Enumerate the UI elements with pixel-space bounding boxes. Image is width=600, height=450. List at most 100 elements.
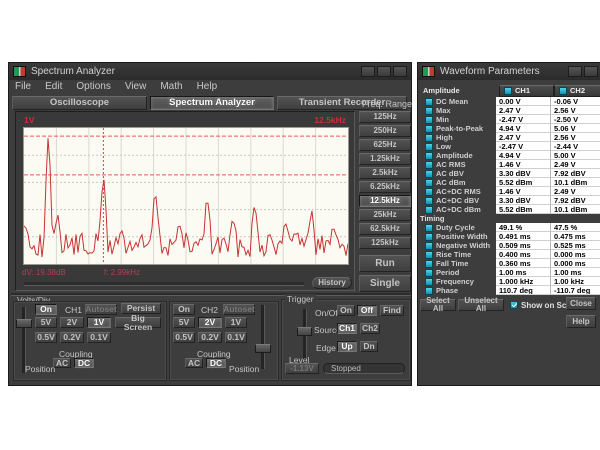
- trigger-off-button[interactable]: Off: [357, 305, 377, 316]
- trigger-on-button[interactable]: On: [337, 305, 355, 316]
- freq-button-1.25khz[interactable]: 1.25kHz: [359, 153, 411, 165]
- param-cell: 0.475 ms: [551, 232, 600, 241]
- trigger-edge-up-button[interactable]: Up: [337, 341, 357, 352]
- param-row-max[interactable]: Max2.47 V2.56 V: [420, 106, 600, 115]
- trigger-level-slider-handle[interactable]: [297, 327, 312, 336]
- ch2-2v-button[interactable]: 2V: [198, 317, 222, 328]
- param-row-period[interactable]: Period1.00 ms1.00 ms: [420, 268, 600, 277]
- param-cell: AC+DC dBV: [420, 196, 496, 205]
- param-row-ac-dc-dbm[interactable]: AC+DC dBm5.52 dBm10.1 dBm: [420, 205, 600, 214]
- ch1-on-button[interactable]: On: [35, 304, 57, 315]
- waveform-icon: [425, 188, 433, 196]
- freq-button-6.25khz[interactable]: 6.25kHz: [359, 181, 411, 193]
- chart-scrollbar[interactable]: [24, 282, 304, 286]
- param-row-high[interactable]: High2.47 V2.56 V: [420, 133, 600, 142]
- ch2-ac-button[interactable]: AC: [185, 358, 203, 368]
- col-header-ch2[interactable]: CH2: [554, 85, 600, 97]
- ch2-position-slider-track[interactable]: [261, 305, 265, 369]
- ch1-1v-button[interactable]: 1V: [87, 317, 111, 328]
- show-on-screen-checkbox[interactable]: [510, 301, 518, 309]
- select-all-button[interactable]: Select All: [420, 299, 456, 311]
- params-help-icon[interactable]: [568, 66, 582, 77]
- param-row-low[interactable]: Low-2.47 V-2.44 V: [420, 142, 600, 151]
- history-button[interactable]: History: [312, 277, 352, 289]
- big-screen-button[interactable]: Big Screen: [115, 317, 161, 328]
- tab-spectrum-analyzer[interactable]: Spectrum Analyzer: [150, 96, 274, 110]
- params-close-button[interactable]: Close: [566, 297, 596, 310]
- ch1-01v-button[interactable]: 0.1V: [87, 332, 111, 343]
- freq-button-12.5khz[interactable]: 12.5kHz: [359, 195, 411, 207]
- freq-button-625hz[interactable]: 625Hz: [359, 139, 411, 151]
- tab-oscilloscope[interactable]: Oscilloscope: [12, 96, 147, 110]
- freq-button-125hz[interactable]: 125Hz: [359, 111, 411, 123]
- ch1-dc-button[interactable]: DC: [74, 358, 94, 368]
- single-button[interactable]: Single: [359, 275, 411, 292]
- ch1-05v-button[interactable]: 0.5V: [35, 332, 57, 343]
- param-row-negative-width[interactable]: Negative Width0.509 ms0.525 ms: [420, 241, 600, 250]
- param-row-amplitude[interactable]: Amplitude4.94 V5.00 V: [420, 151, 600, 160]
- menu-item-math[interactable]: Math: [160, 81, 182, 92]
- ch1-position-slider-handle[interactable]: [16, 319, 32, 328]
- run-button[interactable]: Run: [359, 255, 411, 272]
- menu-item-help[interactable]: Help: [197, 81, 218, 92]
- ch1-autoset-button[interactable]: Autoset: [85, 304, 117, 315]
- menu-item-options[interactable]: Options: [76, 81, 110, 92]
- ch1-ac-button[interactable]: AC: [53, 358, 71, 368]
- freq-button-25khz[interactable]: 25kHz: [359, 209, 411, 221]
- param-row-dc-mean[interactable]: DC Mean0.00 V-0.06 V: [420, 97, 600, 106]
- freq-button-125khz[interactable]: 125kHz: [359, 237, 411, 249]
- col-header-ch1[interactable]: CH1: [499, 85, 554, 97]
- ch2-position-slider-handle[interactable]: [255, 344, 271, 353]
- ch2-dc-button[interactable]: DC: [206, 358, 226, 368]
- trigger-level-value[interactable]: -1.13V: [285, 363, 319, 374]
- param-row-min[interactable]: Min-2.47 V-2.50 V: [420, 115, 600, 124]
- param-row-duty-cycle[interactable]: Duty Cycle49.1 %47.5 %: [420, 223, 600, 232]
- param-row-positive-width[interactable]: Positive Width0.491 ms0.475 ms: [420, 232, 600, 241]
- param-row-ac-dc-rms[interactable]: AC+DC RMS1.46 V2.49 V: [420, 187, 600, 196]
- param-row-rise-time[interactable]: Rise Time0.400 ms0.000 ms: [420, 250, 600, 259]
- menu-item-file[interactable]: File: [15, 81, 31, 92]
- ch1-02v-button[interactable]: 0.2V: [60, 332, 84, 343]
- spectrum-analyzer-window: Spectrum Analyzer File Edit Options View Mat…: [8, 62, 412, 386]
- ch1-2v-button[interactable]: 2V: [60, 317, 84, 328]
- ch2-5v-button[interactable]: 5V: [173, 317, 195, 328]
- trigger-source-ch2-button[interactable]: Ch2: [360, 323, 380, 334]
- maximize-icon[interactable]: [377, 66, 391, 77]
- param-row-peak-to-peak[interactable]: Peak-to-Peak4.94 V5.06 V: [420, 124, 600, 133]
- param-row-ac-dc-dbv[interactable]: AC+DC dBV3.30 dBV7.92 dBV: [420, 196, 600, 205]
- spectrum-window-titlebar[interactable]: Spectrum Analyzer: [9, 63, 411, 80]
- trigger-find-button[interactable]: Find: [380, 305, 404, 316]
- unselect-all-button[interactable]: Unselect All: [458, 299, 504, 311]
- ch1-label: CH1: [65, 305, 82, 315]
- waveform-parameters-window: Waveform Parameters AmplitudeCH1CH2DC Me…: [417, 62, 600, 386]
- params-close-icon[interactable]: [584, 66, 598, 77]
- close-icon[interactable]: [393, 66, 407, 77]
- ch2-02v-button[interactable]: 0.2V: [198, 332, 222, 343]
- ch1-5v-button[interactable]: 5V: [35, 317, 57, 328]
- ch2-on-button[interactable]: On: [173, 304, 195, 315]
- param-row-ac-dbv[interactable]: AC dBV3.30 dBV7.92 dBV: [420, 169, 600, 178]
- freq-button-250hz[interactable]: 250Hz: [359, 125, 411, 137]
- param-cell: 5.52 dBm: [496, 205, 551, 214]
- params-help-button[interactable]: Help: [566, 315, 596, 328]
- ch2-05v-button[interactable]: 0.5V: [173, 332, 195, 343]
- param-row-frequency[interactable]: Frequency1.000 kHz1.00 kHz: [420, 277, 600, 286]
- menu-item-view[interactable]: View: [125, 81, 147, 92]
- ch2-01v-button[interactable]: 0.1V: [225, 332, 247, 343]
- param-row-phase[interactable]: Phase110.7 deg-110.7 deg: [420, 286, 600, 295]
- minimize-icon[interactable]: [361, 66, 375, 77]
- ch2-autoset-button[interactable]: Autoset: [223, 304, 255, 315]
- menu-item-edit[interactable]: Edit: [45, 81, 62, 92]
- spectrum-plot[interactable]: [23, 127, 349, 265]
- param-row-ac-rms[interactable]: AC RMS1.46 V2.49 V: [420, 160, 600, 169]
- freq-button-62.5khz[interactable]: 62.5kHz: [359, 223, 411, 235]
- trigger-edge-dn-button[interactable]: Dn: [360, 341, 378, 352]
- trigger-source-ch1-button[interactable]: Ch1: [337, 323, 357, 334]
- param-cell: 5.52 dBm: [496, 178, 551, 187]
- param-row-ac-dbm[interactable]: AC dBm5.52 dBm10.1 dBm: [420, 178, 600, 187]
- params-window-titlebar[interactable]: Waveform Parameters: [418, 63, 600, 80]
- param-cell: 3.30 dBV: [496, 196, 551, 205]
- freq-button-2.5khz[interactable]: 2.5kHz: [359, 167, 411, 179]
- param-row-fall-time[interactable]: Fall Time0.360 ms0.000 ms: [420, 259, 600, 268]
- ch2-1v-button[interactable]: 1V: [225, 317, 247, 328]
